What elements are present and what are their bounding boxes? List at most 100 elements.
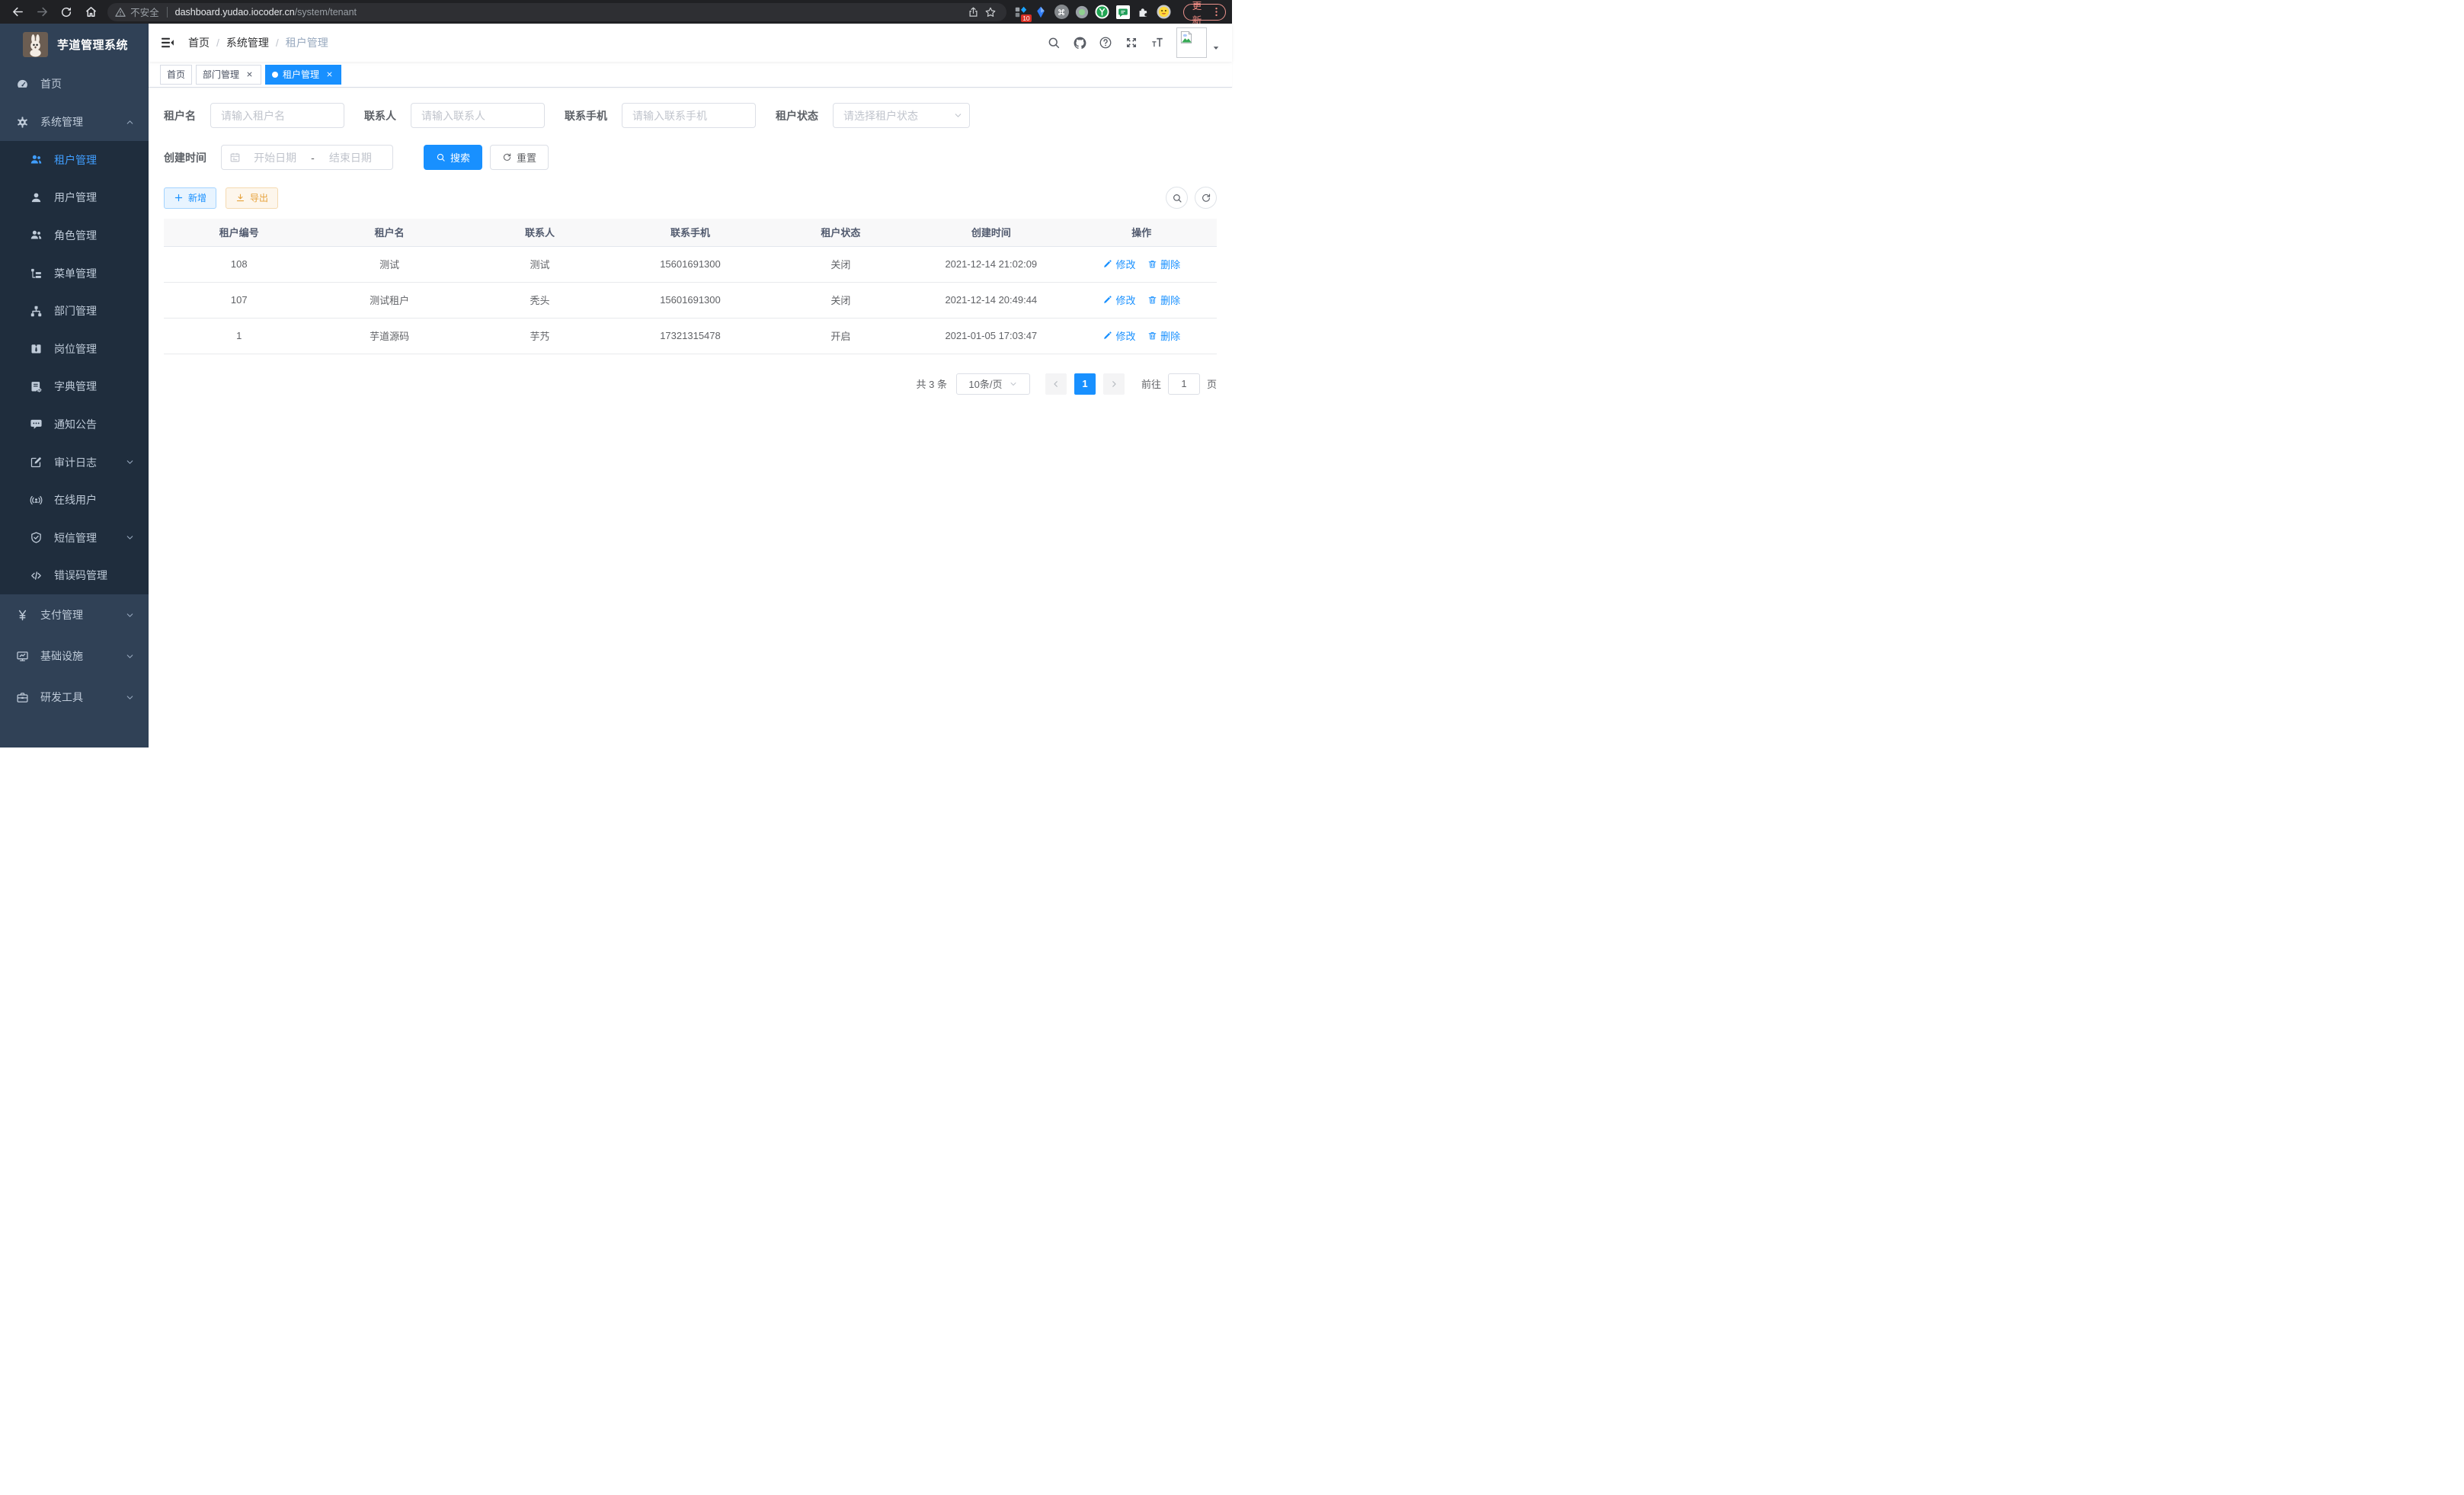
sidebar-item-notice[interactable]: 通知公告: [0, 405, 149, 443]
pagination-total: 共 3 条: [917, 376, 947, 391]
export-button[interactable]: 导出: [226, 187, 278, 209]
filter-status: 租户状态: [776, 103, 970, 128]
user-avatar[interactable]: [1176, 27, 1207, 58]
browser-back-button[interactable]: [9, 3, 27, 21]
browser-home-button[interactable]: [82, 3, 100, 21]
breadcrumb: 首页 / 系统管理 / 租户管理: [188, 35, 328, 50]
next-page-button[interactable]: [1103, 373, 1125, 395]
start-date-placeholder: 开始日期: [241, 150, 309, 165]
tab-tenant[interactable]: 租户管理: [265, 65, 341, 85]
top-navbar: 首页 / 系统管理 / 租户管理: [149, 24, 1232, 62]
dashboard-icon: [16, 78, 29, 91]
logo-image: [23, 32, 48, 57]
sidebar-item-tenant[interactable]: 租户管理: [0, 141, 149, 179]
table-header: 租户编号 租户名 联系人 联系手机 租户状态 创建时间 操作: [164, 219, 1217, 246]
sidebar-item-online-users[interactable]: 在线用户: [0, 481, 149, 519]
search-button[interactable]: 搜索: [424, 145, 482, 170]
filter-tenant-name: 租户名: [164, 103, 344, 128]
trash-icon: [1147, 259, 1157, 269]
delete-link[interactable]: 删除: [1147, 293, 1180, 307]
sidebar-item-payment[interactable]: 支付管理: [0, 594, 149, 635]
breadcrumb-home[interactable]: 首页: [188, 35, 210, 50]
sidebar-item-home[interactable]: 首页: [0, 65, 149, 103]
filter-create-time: 创建时间 开始日期 - 结束日期: [164, 145, 393, 170]
delete-link[interactable]: 删除: [1147, 328, 1180, 343]
tab-department[interactable]: 部门管理: [196, 65, 261, 85]
font-size-icon[interactable]: [1144, 30, 1170, 56]
sidebar-item-dict[interactable]: 字典管理: [0, 368, 149, 406]
sidebar-item-users[interactable]: 用户管理: [0, 179, 149, 217]
sidebar-item-infrastructure[interactable]: 基础设施: [0, 635, 149, 677]
search-icon: [1172, 193, 1182, 203]
extensions-puzzle-icon[interactable]: [1136, 5, 1150, 19]
message-icon: [30, 418, 43, 431]
extension-kite-icon[interactable]: [1034, 5, 1048, 19]
date-range-picker[interactable]: 开始日期 - 结束日期: [221, 145, 393, 170]
edit-link[interactable]: 修改: [1102, 293, 1135, 307]
col-mobile: 联系手机: [615, 219, 765, 246]
extension-chat-icon[interactable]: [1115, 5, 1130, 19]
url-domain: dashboard.yudao.iocoder.cn: [175, 7, 295, 18]
site-security-indicator[interactable]: 不安全: [115, 5, 159, 19]
active-tab-dot: [272, 72, 278, 78]
help-icon[interactable]: [1093, 30, 1118, 56]
tenant-name-input[interactable]: [210, 103, 344, 128]
extension-y-icon[interactable]: [1095, 5, 1109, 19]
refresh-table-button[interactable]: [1195, 187, 1217, 209]
tab-home[interactable]: 首页: [160, 65, 192, 85]
mobile-input[interactable]: [622, 103, 756, 128]
delete-link[interactable]: 删除: [1147, 257, 1180, 271]
breadcrumb-current: 租户管理: [286, 35, 328, 50]
sidebar-item-system[interactable]: 系统管理: [0, 103, 149, 141]
browser-menu-icon[interactable]: [1211, 6, 1222, 18]
col-create-time: 创建时间: [916, 219, 1066, 246]
add-button[interactable]: 新增: [164, 187, 216, 209]
browser-update-button[interactable]: 更新: [1183, 4, 1226, 21]
extension-tabs-icon[interactable]: 10: [1014, 5, 1029, 19]
sidebar-collapse-icon[interactable]: [160, 35, 175, 50]
address-bar[interactable]: 不安全 dashboard.yudao.iocoder.cn/system/te…: [107, 3, 1006, 21]
avatar-caret-down-icon[interactable]: [1211, 43, 1221, 53]
github-icon[interactable]: [1067, 30, 1093, 56]
sidebar-item-error-code[interactable]: 错误码管理: [0, 557, 149, 595]
browser-reload-button[interactable]: [58, 3, 76, 21]
breadcrumb-system[interactable]: 系统管理: [226, 35, 269, 50]
status-select[interactable]: [833, 103, 970, 128]
share-icon[interactable]: [965, 4, 982, 21]
trash-icon: [1147, 295, 1157, 305]
pencil-icon: [1102, 295, 1112, 305]
col-actions: 操作: [1067, 219, 1217, 246]
bookmark-star-icon[interactable]: [982, 4, 999, 21]
page-number-1[interactable]: 1: [1074, 373, 1096, 395]
chevron-down-icon: [125, 533, 135, 543]
edit-link[interactable]: 修改: [1102, 257, 1135, 271]
show-search-toggle-button[interactable]: [1166, 187, 1188, 209]
sidebar-logo[interactable]: 芋道管理系统: [0, 24, 149, 65]
filter-contact: 联系人: [364, 103, 545, 128]
jump-page-input[interactable]: [1168, 373, 1200, 395]
sidebar-item-dev-tools[interactable]: 研发工具: [0, 677, 149, 718]
extension-emoji-icon[interactable]: [1157, 5, 1171, 19]
table-row: 1 芋道源码 芋艿 17321315478 开启 2021-01-05 17:0…: [164, 318, 1217, 354]
tab-close-icon[interactable]: [244, 69, 254, 80]
sidebar-item-audit-log[interactable]: 审计日志: [0, 443, 149, 482]
tab-close-icon[interactable]: [324, 69, 334, 80]
header-search-icon[interactable]: [1041, 30, 1067, 56]
edit-link[interactable]: 修改: [1102, 328, 1135, 343]
page-size-select[interactable]: 10条/页: [956, 373, 1030, 395]
extension-command-icon[interactable]: [1054, 5, 1069, 19]
sidebar-item-departments[interactable]: 部门管理: [0, 292, 149, 330]
yen-money-icon: [16, 609, 29, 622]
extension-record-icon[interactable]: [1075, 5, 1090, 19]
fullscreen-icon[interactable]: [1118, 30, 1144, 56]
browser-forward-button[interactable]: [34, 3, 52, 21]
refresh-icon: [502, 152, 512, 162]
contact-input[interactable]: [411, 103, 545, 128]
prev-page-button[interactable]: [1045, 373, 1067, 395]
sidebar-item-posts[interactable]: 岗位管理: [0, 330, 149, 368]
sidebar-item-sms[interactable]: 短信管理: [0, 519, 149, 557]
sidebar-item-roles[interactable]: 角色管理: [0, 216, 149, 255]
gear-icon: [16, 116, 29, 129]
sidebar-item-menus[interactable]: 菜单管理: [0, 255, 149, 293]
reset-button[interactable]: 重置: [490, 145, 549, 170]
